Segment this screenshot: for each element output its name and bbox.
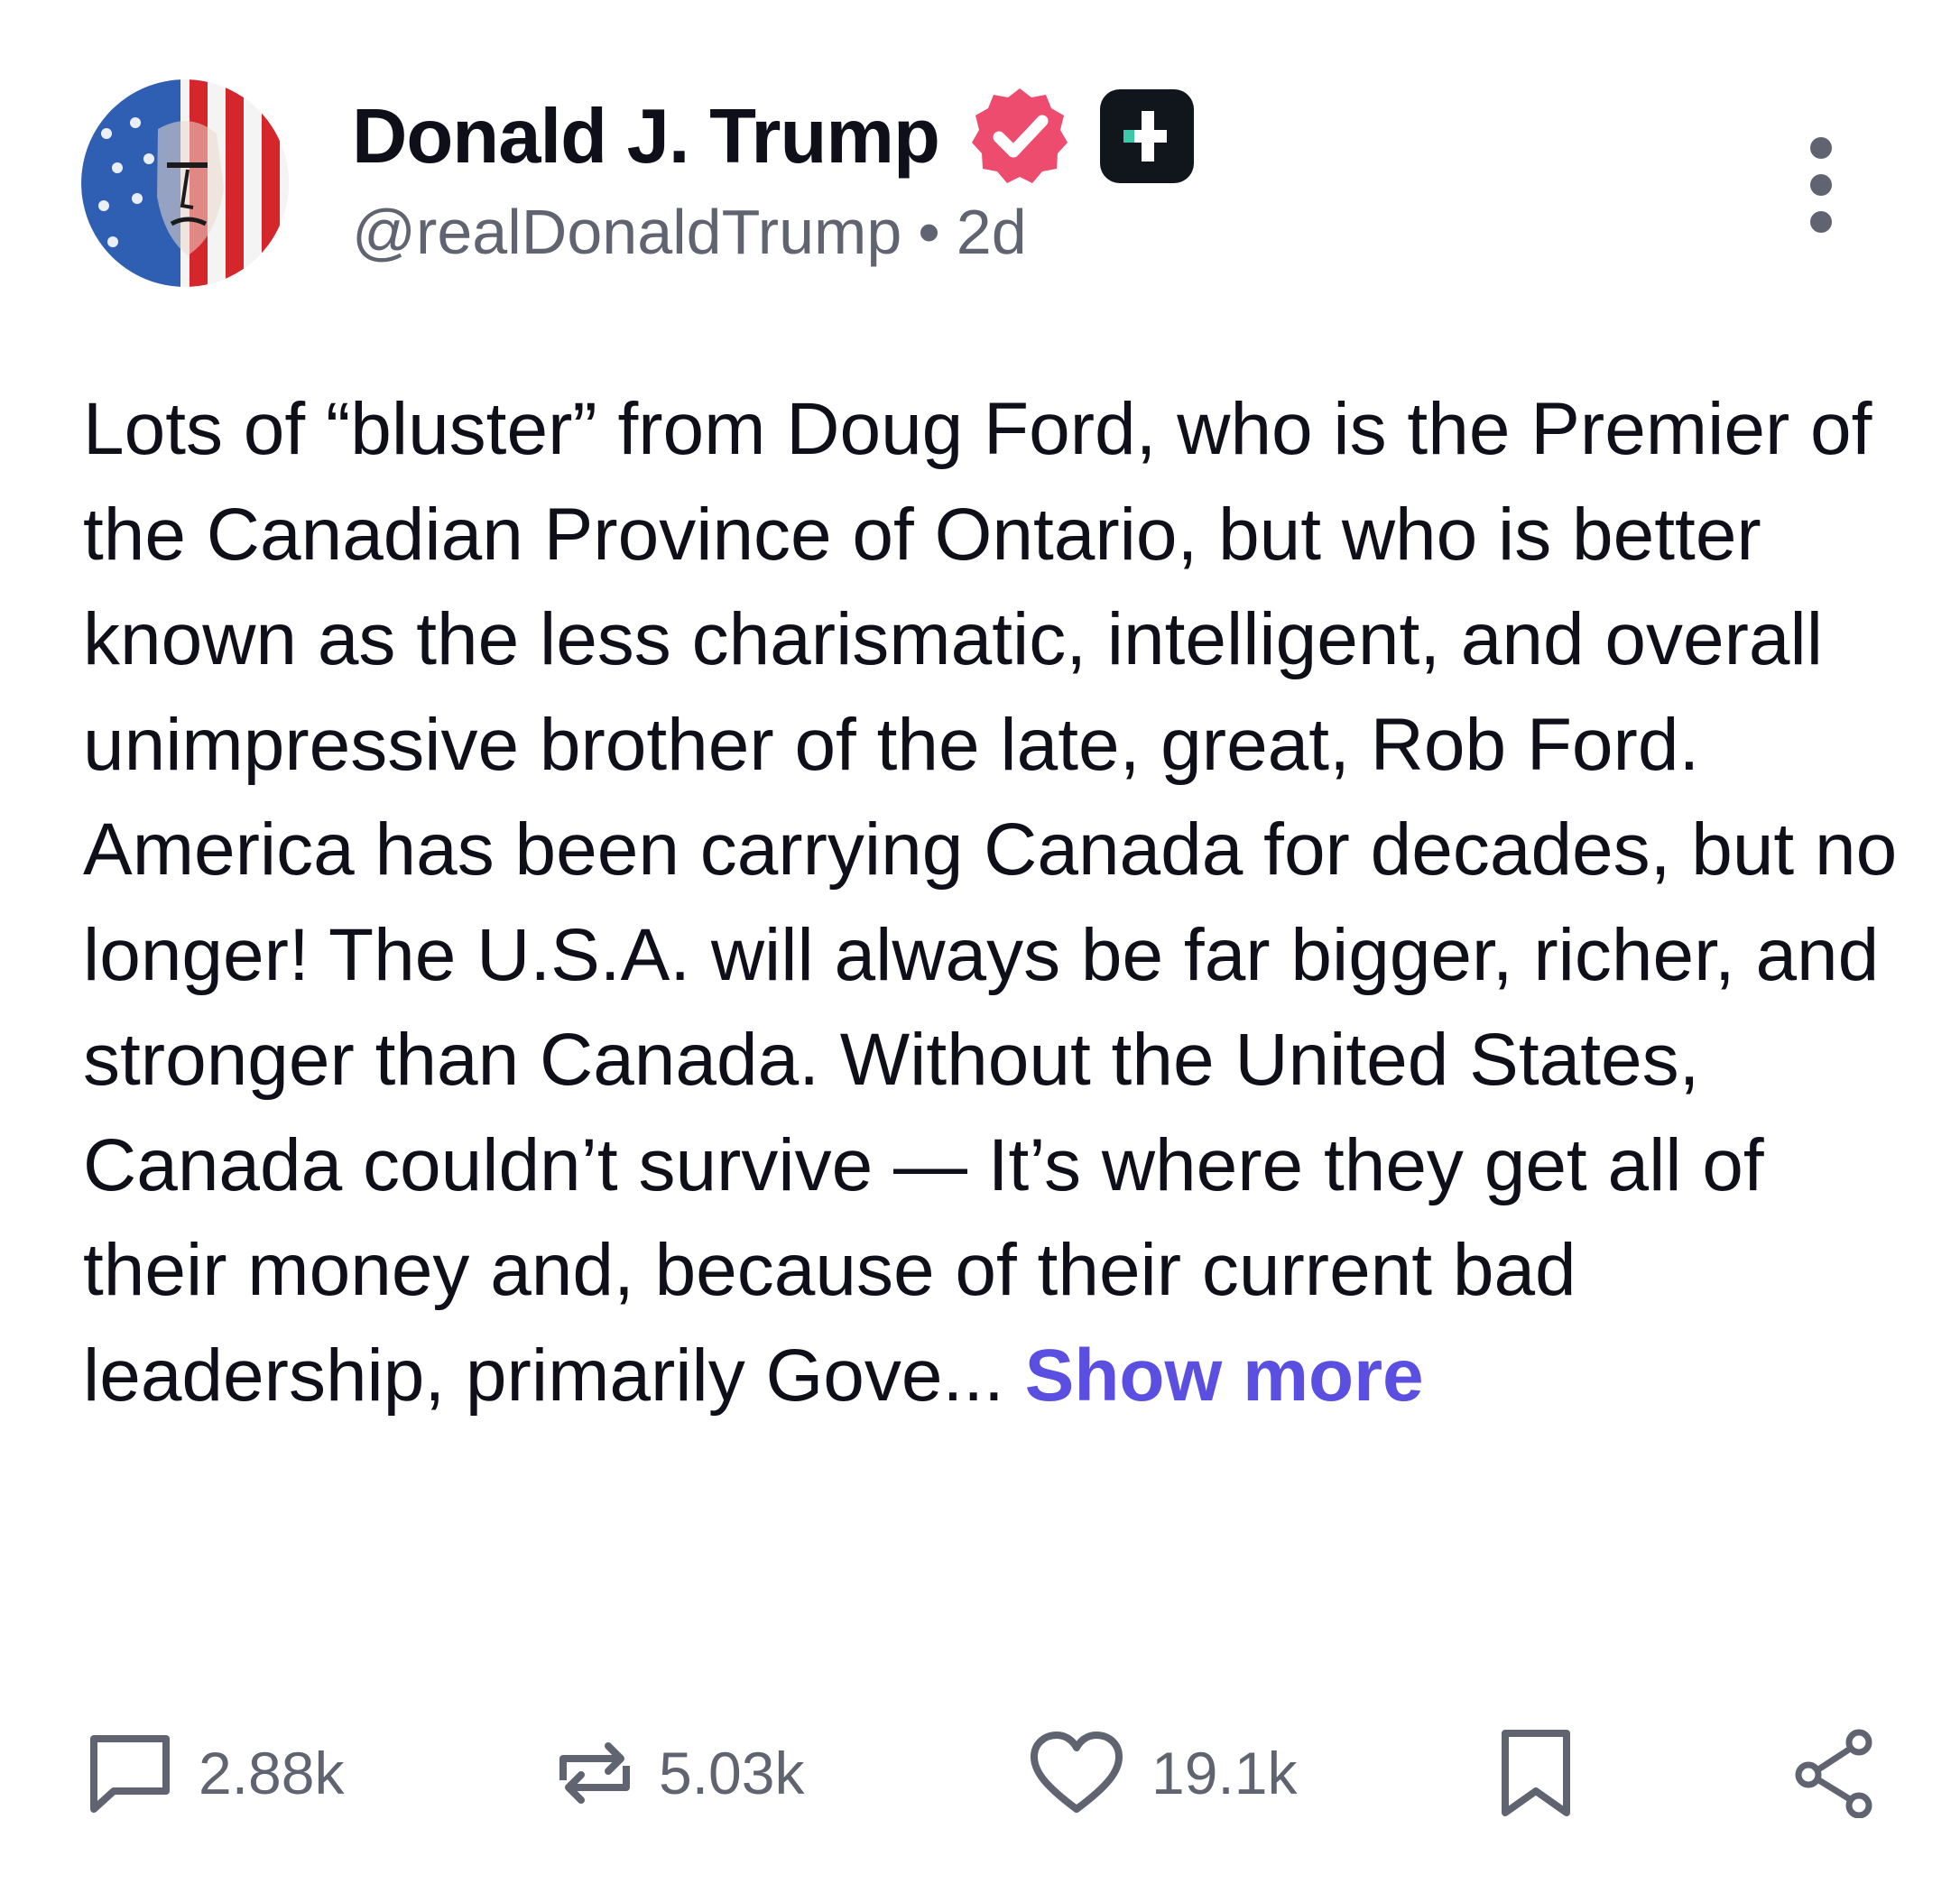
flag-portrait-avatar xyxy=(81,79,289,287)
bookmark-button[interactable] xyxy=(1498,1714,1574,1832)
post-card: Donald J. Trump @realDonaldTrump • 2d Lots… xyxy=(0,0,1960,1884)
reply-icon xyxy=(90,1735,170,1813)
post-age[interactable]: 2d xyxy=(957,197,1027,267)
reply-button[interactable]: 2.88k xyxy=(87,1714,344,1832)
handle-row: @realDonaldTrump • 2d xyxy=(352,200,1027,263)
display-name[interactable]: Donald J. Trump xyxy=(352,98,940,175)
like-button[interactable]: 19.1k xyxy=(1027,1714,1297,1832)
share-icon xyxy=(1795,1729,1872,1818)
share-button[interactable] xyxy=(1790,1714,1877,1832)
reply-count: 2.88k xyxy=(199,1740,345,1806)
verified-badge-icon xyxy=(966,83,1073,189)
repost-count: 5.03k xyxy=(659,1740,805,1806)
plus-badge-icon xyxy=(1096,86,1197,187)
post-body: Lots of “bluster” from Doug Ford, who is… xyxy=(83,377,1906,1428)
action-bar: 2.88k 5.03k 19.1k xyxy=(0,1714,1960,1832)
separator-dot: • xyxy=(918,197,940,267)
handle[interactable]: @realDonaldTrump xyxy=(352,197,901,267)
bookmark-icon xyxy=(1502,1730,1570,1816)
show-more-link[interactable]: Show more xyxy=(1025,1334,1424,1417)
heart-icon xyxy=(1031,1732,1123,1813)
more-vertical-icon[interactable] xyxy=(1803,135,1839,235)
post-text: Lots of “bluster” from Doug Ford, who is… xyxy=(83,388,1898,1417)
repost-button[interactable]: 5.03k xyxy=(556,1714,804,1832)
repost-icon xyxy=(559,1742,630,1804)
author-name-row: Donald J. Trump xyxy=(352,87,1197,186)
avatar[interactable] xyxy=(81,79,289,287)
like-count: 19.1k xyxy=(1151,1740,1298,1806)
